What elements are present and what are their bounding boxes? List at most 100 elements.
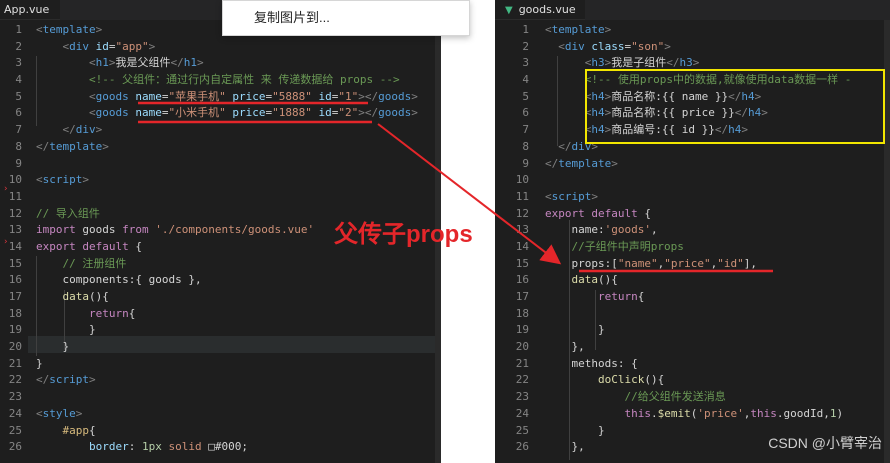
line-number: 5 xyxy=(522,89,529,103)
code-token: > xyxy=(411,106,418,120)
code-line[interactable]: 15 props:["name","price","id"], xyxy=(495,256,890,273)
code-line[interactable]: 22 doClick(){ xyxy=(495,372,890,389)
tab-app-vue[interactable]: App.vue xyxy=(0,0,60,20)
code-line[interactable]: 4 <!-- 使用props中的数据,就像使用data数据一样 - xyxy=(495,72,890,89)
code-line[interactable]: 16 components:{ goods }, xyxy=(0,272,441,289)
code-line[interactable]: 3 <h1>我是父组件</h1> xyxy=(0,55,441,72)
code-line[interactable]: 5 <goods name="苹果手机" price="5888" id="1"… xyxy=(0,89,441,106)
code-token: , xyxy=(650,223,658,237)
tab-label: App.vue xyxy=(4,3,50,16)
code-token: methods: { xyxy=(545,356,638,370)
code-token: 'price' xyxy=(697,406,744,420)
code-token: "苹果手机" xyxy=(168,89,233,103)
line-number: 21 xyxy=(515,356,529,370)
line-number: 2 xyxy=(522,39,529,53)
code-token: './components/goods.vue' xyxy=(155,223,315,237)
code-text: <h3>我是子组件</h3> xyxy=(545,55,700,72)
context-menu[interactable]: 复制图片到... xyxy=(222,0,470,36)
code-line[interactable]: 6 <h4>商品名称:{{ price }}</h4> xyxy=(495,105,890,122)
code-token: h4 xyxy=(747,106,762,120)
code-token: </ xyxy=(714,123,729,137)
code-line[interactable]: 20 } xyxy=(0,339,441,356)
code-line[interactable]: 19 } xyxy=(0,322,441,339)
code-line[interactable]: 19 } xyxy=(495,322,890,339)
code-line[interactable]: 9 xyxy=(0,156,441,173)
right-code-area[interactable]: 1 <template> 2 <div class="son"> 3 <h3>我是子组… xyxy=(495,22,890,456)
fold-marker-icon[interactable]: › xyxy=(3,237,8,247)
code-line[interactable]: 18 xyxy=(495,306,890,323)
code-line[interactable]: 24 this.$emit('price',this.goodId,1) xyxy=(495,406,890,423)
code-token: template xyxy=(551,23,605,36)
code-token: (){ xyxy=(598,273,618,287)
code-line[interactable]: 17 data(){ xyxy=(0,289,441,306)
code-line[interactable]: 18 return{ xyxy=(0,306,441,323)
code-line[interactable]: 11 xyxy=(0,189,441,206)
code-line[interactable]: 17 return{ xyxy=(495,289,890,306)
code-token: </ xyxy=(734,106,748,120)
code-token: </ xyxy=(545,156,559,170)
code-token: > xyxy=(196,56,204,70)
menu-item-copy-image[interactable]: 复制图片到... xyxy=(254,10,330,25)
code-line[interactable]: 10 xyxy=(495,172,890,189)
code-token: goods xyxy=(82,223,123,237)
code-text: return{ xyxy=(545,289,644,306)
code-line[interactable]: 26 border: 1px solid □#000; xyxy=(0,439,441,456)
code-token: style xyxy=(42,406,76,420)
right-scrollbar[interactable] xyxy=(884,20,890,463)
code-token: </ xyxy=(36,139,50,153)
tab-goods-vue[interactable]: ▼ goods.vue xyxy=(495,0,585,20)
code-token: "id" xyxy=(717,256,744,270)
code-text: this.$emit('price',this.goodId,1) xyxy=(545,406,843,423)
code-token: "app" xyxy=(115,39,149,53)
line-number: 24 xyxy=(8,406,22,420)
code-line[interactable]: 13 name:'goods', xyxy=(495,222,890,239)
code-line[interactable]: 12 export default { xyxy=(495,206,890,223)
code-line[interactable]: 24 <style> xyxy=(0,406,441,423)
code-line[interactable]: 10 <script> xyxy=(0,172,441,189)
code-line[interactable]: 5 <h4>商品名称:{{ name }}</h4> xyxy=(495,89,890,106)
line-number: 15 xyxy=(515,256,529,270)
code-line[interactable]: 7 <h4>商品编号:{{ id }}</h4> xyxy=(495,122,890,139)
code-line[interactable]: 9 </template> xyxy=(495,156,890,173)
code-token: solid xyxy=(168,440,209,454)
code-line[interactable]: 22 </script> xyxy=(0,372,441,389)
code-line[interactable]: 2 <div id="app"> xyxy=(0,39,441,56)
code-token: 'goods' xyxy=(604,223,651,237)
code-line[interactable]: 20 }, xyxy=(495,339,890,356)
code-text: <div id="app"> xyxy=(36,39,156,56)
code-token: components:{ goods }, xyxy=(36,273,202,287)
code-line[interactable]: 4 <!-- 父组件：通过行内自定属性 来 传递数据给 props --> xyxy=(0,72,441,89)
code-token: </ xyxy=(666,56,680,70)
fold-marker-icon[interactable]: › xyxy=(3,184,8,194)
line-number: 12 xyxy=(8,206,22,220)
code-text: <goods name="苹果手机" price="5888" id="1"><… xyxy=(36,89,418,106)
code-line[interactable]: 14 //子组件中声明props xyxy=(495,239,890,256)
code-line[interactable]: 7 </div> xyxy=(0,122,441,139)
code-token: { xyxy=(644,206,651,220)
code-line[interactable]: 16 data(){ xyxy=(495,272,890,289)
code-line[interactable]: 8 </template> xyxy=(0,139,441,156)
code-token: name: xyxy=(545,223,605,237)
code-line[interactable]: 2 <div class="son"> xyxy=(495,39,890,56)
code-line[interactable]: 21} xyxy=(0,356,441,373)
code-line[interactable]: 25 #app{ xyxy=(0,423,441,440)
code-line[interactable]: 23 //给父组件发送消息 xyxy=(495,389,890,406)
code-line[interactable]: 23 xyxy=(0,389,441,406)
code-line[interactable]: 11 <script> xyxy=(495,189,890,206)
code-line[interactable]: 21 methods: { xyxy=(495,356,890,373)
code-line[interactable]: 6 <goods name="小米手机" price="1888" id="2"… xyxy=(0,105,441,122)
code-token: { xyxy=(135,239,142,253)
code-line[interactable]: 15 // 注册组件 xyxy=(0,256,441,273)
code-line[interactable]: 8 </div> xyxy=(495,139,890,156)
code-line[interactable]: 1 <template> xyxy=(495,22,890,39)
code-text: }, xyxy=(545,339,584,356)
code-line[interactable]: 3 <h3>我是子组件</h3> xyxy=(495,55,890,72)
line-number: 23 xyxy=(515,390,529,404)
code-token: props:[ xyxy=(545,256,618,270)
